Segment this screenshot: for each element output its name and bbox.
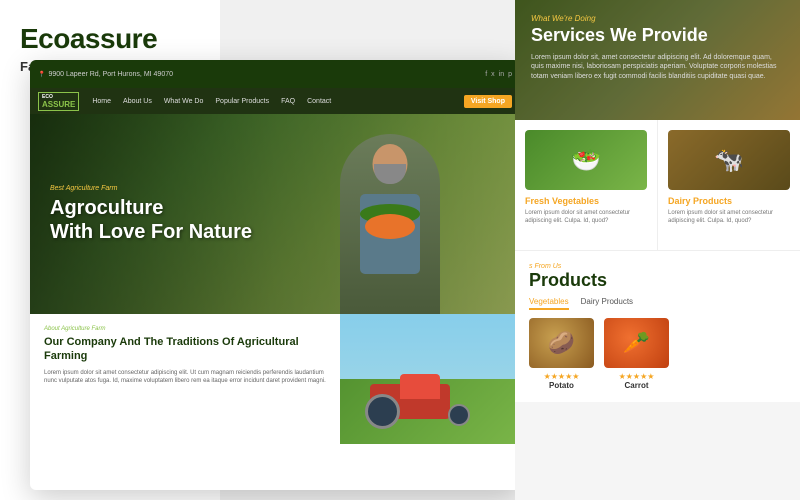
about-image [340, 314, 520, 444]
services-content: What We're Doing Services We Provide Lor… [531, 14, 784, 82]
veggie-orange [365, 214, 415, 239]
social-facebook-icon[interactable]: f [485, 71, 487, 78]
carrot-image: 🥕 [604, 318, 669, 368]
visit-shop-button[interactable]: Visit Shop [464, 95, 512, 108]
dairy-card-name: Dairy Products [668, 196, 790, 206]
hero-title-line2: With Love For Nature [50, 221, 252, 243]
carrot-icon: 🥕 [623, 330, 650, 356]
social-twitter-icon[interactable]: x [491, 71, 495, 78]
potato-icon: 🥔 [548, 330, 575, 356]
potato-image: 🥔 [529, 318, 594, 368]
logo: ECOASSURE [38, 92, 79, 111]
social-pinterest-icon[interactable]: p [508, 71, 512, 78]
products-small-text: s From Us [529, 263, 786, 270]
potato-stars: ★★★★★ [529, 372, 594, 381]
tractor-illustration [360, 374, 480, 434]
dairy-image: 🐄 [668, 130, 790, 190]
sky-background [340, 314, 520, 379]
hero-title: Agroculture With Love For Nature [50, 196, 252, 244]
products-title: Products [529, 270, 786, 291]
services-section: What We're Doing Services We Provide Lor… [515, 0, 800, 120]
nav-home[interactable]: Home [87, 98, 116, 105]
product-items-row: 🥔 ★★★★★ Potato 🥕 ★★★★★ Carrot [529, 318, 786, 390]
services-small-text: What We're Doing [531, 14, 784, 23]
mockup-topbar: 9900 Lapeer Rd, Port Hurons, MI 49070 f … [30, 60, 520, 88]
farmer-beard [374, 164, 406, 184]
about-title: Our Company And The Traditions Of Agricu… [44, 335, 326, 364]
vegetables-image: 🥗 [525, 130, 647, 190]
nav-social: f x in p [485, 71, 512, 78]
website-mockup: 9900 Lapeer Rd, Port Hurons, MI 49070 f … [30, 60, 520, 490]
services-title: Services We Provide [531, 25, 784, 47]
product-item-carrot: 🥕 ★★★★★ Carrot [604, 318, 669, 390]
tractor-wheel-big [365, 394, 400, 429]
nav-address: 9900 Lapeer Rd, Port Hurons, MI 49070 [38, 71, 173, 78]
right-panel: What We're Doing Services We Provide Lor… [515, 0, 800, 500]
about-small-text: About Agriculture Farm [44, 326, 326, 332]
nav-faq[interactable]: FAQ [276, 98, 300, 105]
product-card-vegetables: 🥗 Fresh Vegetables Lorem ipsum dolor sit… [515, 120, 658, 250]
carrot-name: Carrot [604, 381, 669, 390]
product-card-dairy: 🐄 Dairy Products Lorem ipsum dolor sit a… [658, 120, 800, 250]
products-tabs: Vegetables Dairy Products [529, 297, 786, 310]
carrot-stars: ★★★★★ [604, 372, 669, 381]
mockup-navbar: ECOASSURE Home About Us What We Do Popul… [30, 88, 520, 114]
tractor-cab [400, 374, 440, 399]
farmer-figure [340, 134, 440, 314]
hero-title-line1: Agroculture [50, 197, 163, 219]
nav-what-we-do[interactable]: What We Do [159, 98, 209, 105]
farmer-veggies [355, 204, 425, 244]
hero-content: Best Agriculture Farm Agroculture With L… [30, 185, 272, 244]
about-text: About Agriculture Farm Our Company And T… [30, 314, 340, 444]
tractor-wheel-small [448, 404, 470, 426]
product-item-potato: 🥔 ★★★★★ Potato [529, 318, 594, 390]
nav-about[interactable]: About Us [118, 98, 157, 105]
nav-products[interactable]: Popular Products [210, 98, 274, 105]
dairy-icon: 🐄 [714, 146, 744, 175]
about-section: About Agriculture Farm Our Company And T… [30, 314, 520, 444]
vegetables-card-name: Fresh Vegetables [525, 196, 647, 206]
product-cards-row: 🥗 Fresh Vegetables Lorem ipsum dolor sit… [515, 120, 800, 250]
social-linkedin-icon[interactable]: in [499, 71, 504, 78]
dairy-card-desc: Lorem ipsum dolor sit amet consectetur a… [668, 209, 790, 226]
about-body: Lorem ipsum dolor sit amet consectetur a… [44, 369, 326, 386]
tab-dairy[interactable]: Dairy Products [581, 297, 633, 310]
hero-section: Best Agriculture Farm Agroculture With L… [30, 114, 520, 314]
vegetables-icon: 🥗 [571, 146, 601, 175]
hero-small-text: Best Agriculture Farm [50, 185, 252, 192]
nav-contact[interactable]: Contact [302, 98, 336, 105]
tab-vegetables[interactable]: Vegetables [529, 297, 569, 310]
potato-name: Potato [529, 381, 594, 390]
vegetables-card-desc: Lorem ipsum dolor sit amet consectetur a… [525, 209, 647, 226]
products-listing: s From Us Products Vegetables Dairy Prod… [515, 250, 800, 402]
logo-text: ECO [42, 94, 75, 100]
brand-title: Ecoassure [20, 24, 200, 55]
services-description: Lorem ipsum dolor sit, amet consectetur … [531, 53, 784, 82]
